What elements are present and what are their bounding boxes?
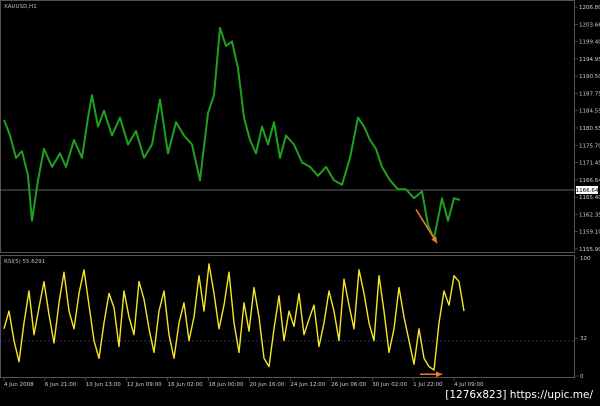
time-tick-label: 6 Jun 21:00 [45, 382, 77, 388]
price-tick-label: 1187.75 [579, 91, 600, 97]
time-tick-label: 20 Jun 16:00 [249, 382, 284, 388]
time-tick-label: 30 Jun 02:00 [372, 382, 407, 388]
last-price-tag: 1166.64 [576, 186, 599, 194]
watermark: [1276x823] https://upic.me/ [442, 388, 596, 402]
rsi-panel-title: RSI(5) 55.6291 [4, 259, 45, 265]
rsi-tick-label: 32 [580, 336, 587, 342]
price-tick-label: 1166.64 [579, 178, 600, 184]
price-tick-label: 1165.40 [579, 195, 600, 201]
price-tick-label: 1184.55 [579, 109, 600, 115]
price-tick-label: 1171.45 [579, 161, 600, 167]
price-tick-label: 1190.50 [579, 74, 600, 80]
time-tick-label: 18 Jun 00:00 [209, 382, 244, 388]
price-tick-label: 1159.10 [579, 230, 600, 236]
price-tick-label: 1206.80 [579, 5, 600, 11]
price-tick-label: 1194.95 [579, 57, 600, 63]
time-tick-label: 16 Jun 02:00 [168, 382, 203, 388]
chart-background [0, 0, 600, 406]
price-tick-label: 1175.70 [579, 143, 600, 149]
time-tick-label: 1 Jul 22:00 [413, 382, 443, 388]
time-tick-label: 10 Jun 13:00 [86, 382, 121, 388]
price-tick-label: 1155.90 [579, 247, 600, 253]
price-tick-label: 1199.40 [579, 40, 600, 46]
price-tick-label: 1162.35 [579, 212, 600, 218]
price-tick-label: 1203.66 [579, 22, 600, 28]
time-tick-label: 4 Jun 2008 [4, 382, 34, 388]
trading-chart: XAUUSD,H1 RSI(5) 55.6291 1206.801203.661… [0, 0, 600, 406]
last-price-value: 1166.64 [576, 188, 599, 194]
rsi-tick-label: 100 [580, 256, 591, 262]
price-axis: 1206.80 1203.66 1199.40 1194.95 1190.50 1187.… [575, 5, 600, 253]
time-tick-label: 26 Jun 06:00 [331, 382, 366, 388]
rsi-tick-label: 0 [580, 374, 584, 380]
time-tick-label: 12 Jun 09:00 [127, 382, 162, 388]
time-tick-label: 24 Jun 12:00 [290, 382, 325, 388]
price-tick-label: 1180.55 [579, 126, 600, 132]
price-panel-title: XAUUSD,H1 [4, 4, 37, 10]
